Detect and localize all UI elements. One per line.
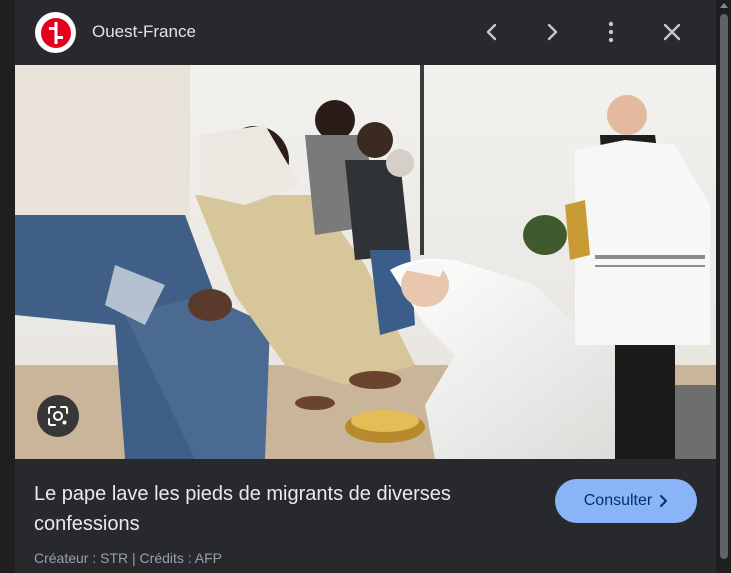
scroll-up-arrow-icon[interactable]: [720, 3, 728, 8]
image-title: Le pape lave les pieds de migrants de di…: [34, 483, 451, 535]
image-credits: Créateur : STR | Crédits : AFP: [34, 550, 223, 566]
viewer-header: Ouest-France: [15, 0, 716, 64]
photo-illustration: [15, 65, 716, 459]
scrollbar[interactable]: [717, 0, 731, 573]
image-viewer-panel: Ouest-France Le pape lave les pieds de m…: [15, 0, 716, 573]
consult-button[interactable]: Consulter: [555, 479, 697, 523]
close-icon: [663, 23, 681, 41]
more-options-button[interactable]: [596, 17, 626, 47]
preview-image[interactable]: [15, 65, 716, 459]
consult-button-label: Consulter: [583, 492, 653, 509]
google-lens-icon: [48, 406, 68, 426]
close-button[interactable]: [657, 17, 687, 47]
google-lens-button[interactable]: [37, 395, 79, 437]
ouest-france-logo-icon: [40, 17, 71, 48]
previous-button[interactable]: [477, 17, 507, 47]
next-button[interactable]: [537, 17, 567, 47]
scrollbar-thumb[interactable]: [720, 14, 728, 559]
source-name[interactable]: Ouest-France: [92, 22, 196, 42]
chevron-left-icon: [486, 23, 497, 41]
chevron-right-icon: [660, 495, 668, 507]
source-logo[interactable]: [35, 12, 76, 53]
more-vertical-icon: [608, 21, 614, 43]
chevron-right-icon: [547, 23, 558, 41]
